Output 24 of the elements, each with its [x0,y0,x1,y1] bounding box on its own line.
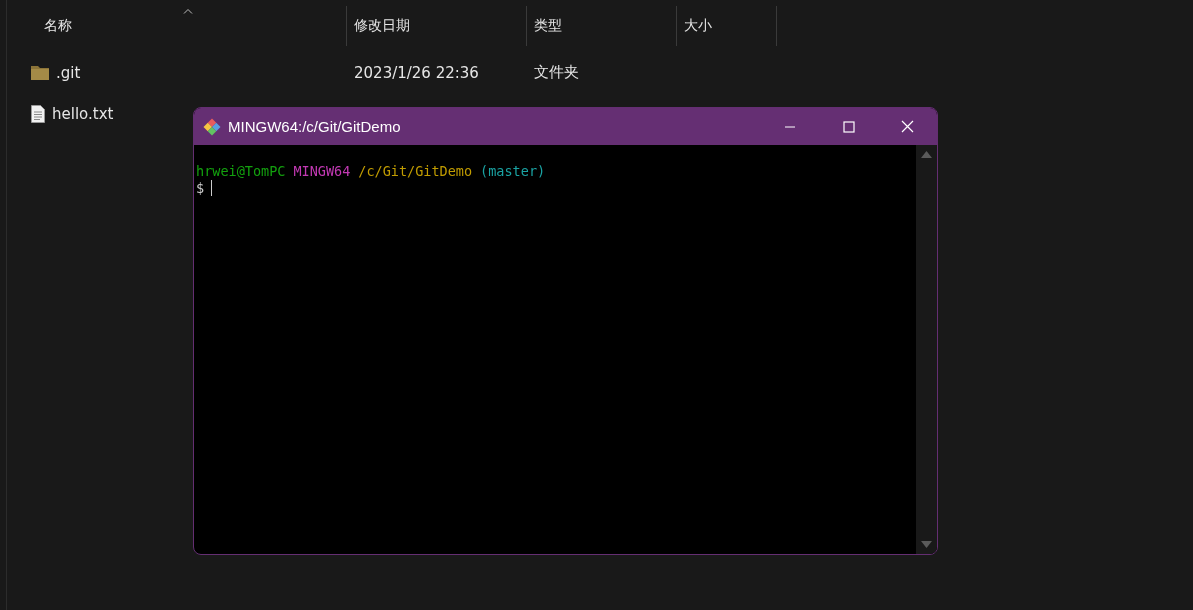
modified-date: 2023/1/26 22:36 [354,63,479,82]
folder-icon [31,65,49,80]
diamond-icon [203,117,221,136]
column-header[interactable]: 名称 [7,6,347,46]
scroll-up-icon[interactable] [921,151,932,158]
window-title: MINGW64:/c/Git/GitDemo [228,118,401,135]
prompt-symbol: $ [196,179,205,196]
column-header[interactable]: 类型 [527,6,677,46]
document-icon [31,104,45,123]
file-name[interactable]: .git [56,63,81,82]
text-cursor [211,179,213,196]
scrollbar[interactable] [916,145,937,554]
close-icon [901,120,914,133]
sort-up-icon [182,8,193,14]
scroll-down-icon[interactable] [921,541,932,548]
prompt-text: MINGW64 [293,162,351,179]
prompt-text: /c/Git/GitDemo [358,162,473,179]
prompt-text: hrwei@TomPC [196,162,286,179]
prompt-text: (master) [480,162,546,179]
file-type: 文件夹 [534,63,579,82]
column-header[interactable]: 大小 [677,6,777,46]
maximize-icon [842,120,855,133]
column-header[interactable]: 修改日期 [347,6,527,46]
file-name[interactable]: hello.txt [52,104,114,123]
